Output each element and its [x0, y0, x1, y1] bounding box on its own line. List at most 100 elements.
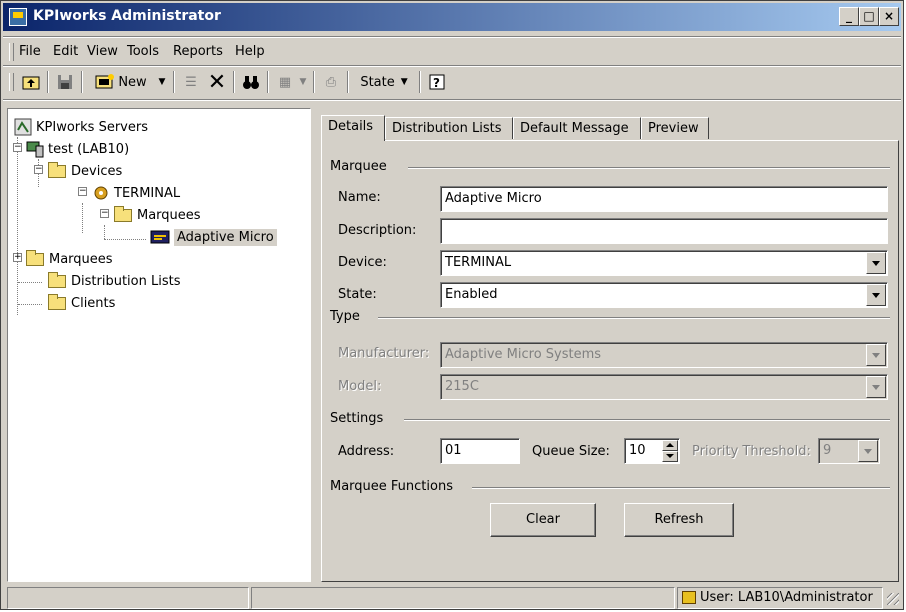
state-dropdown-arrow-icon: ▼: [400, 77, 408, 87]
state-field-label: State:: [338, 287, 377, 302]
group-functions-label: Marquee Functions: [330, 479, 453, 494]
tree-devices-label: Devices: [71, 163, 123, 179]
tree-marquees-sub[interactable]: Marquees: [114, 205, 201, 225]
collapse-marquees-sub-icon[interactable]: −: [100, 209, 109, 218]
collapse-devices-icon[interactable]: −: [34, 165, 43, 174]
delete-icon: ✕: [207, 69, 227, 95]
tree-adaptive-micro[interactable]: Adaptive Micro: [150, 227, 277, 247]
group-type-label: Type: [330, 309, 360, 324]
tree-root[interactable]: KPIworks Servers: [14, 117, 148, 137]
model-select[interactable]: 215C: [440, 374, 888, 400]
queue-size-stepper[interactable]: 10: [624, 438, 680, 464]
collapse-server-icon[interactable]: −: [13, 143, 22, 152]
properties-button[interactable]: ☰: [179, 71, 203, 93]
status-user-label: User: LAB10\Administrator: [700, 590, 873, 605]
manufacturer-select[interactable]: Adaptive Micro Systems: [440, 342, 888, 368]
menu-grip[interactable]: [9, 43, 14, 61]
details-tab-page: Marquee Name: Adaptive Micro Description…: [321, 140, 899, 582]
tree-devices[interactable]: Devices: [48, 161, 122, 181]
refresh-button[interactable]: Refresh: [624, 503, 734, 537]
toolbar-sep-1: [47, 71, 49, 93]
menu-reports[interactable]: Reports: [173, 44, 223, 59]
help-button[interactable]: ?: [425, 71, 449, 93]
marquee-sign-icon: [150, 230, 170, 244]
menu-help[interactable]: Help: [235, 44, 265, 59]
group-functions: Marquee Functions: [330, 479, 890, 495]
title-bar: KPIworks Administrator _ □ ×: [3, 3, 901, 31]
tree-line: [18, 282, 42, 283]
status-user-pane: User: LAB10\Administrator: [677, 587, 883, 609]
state-dropdown-icon[interactable]: [866, 284, 886, 306]
tree-marquees[interactable]: Marquees: [26, 249, 113, 269]
name-field[interactable]: Adaptive Micro: [440, 186, 888, 212]
table-icon: ▦: [278, 74, 292, 90]
manufacturer-dropdown-icon[interactable]: [866, 344, 886, 366]
address-field[interactable]: 01: [440, 438, 520, 464]
group-line: [404, 419, 890, 421]
tree-terminal[interactable]: TERMINAL: [92, 183, 180, 203]
queue-size-label: Queue Size:: [532, 444, 610, 459]
view-button[interactable]: ▦: [273, 71, 297, 93]
tree-distribution-lists[interactable]: Distribution Lists: [48, 271, 180, 291]
description-field[interactable]: [440, 218, 888, 244]
device-dropdown-icon[interactable]: [866, 252, 886, 274]
menu-file[interactable]: File: [19, 44, 41, 59]
tab-default-message[interactable]: Default Message: [513, 117, 641, 139]
binoculars-icon: [243, 76, 259, 89]
menu-edit[interactable]: Edit: [53, 44, 78, 59]
model-dropdown-icon[interactable]: [866, 376, 886, 398]
queue-spin: [662, 440, 678, 462]
folder-icon: [114, 205, 132, 222]
state-select[interactable]: Enabled: [440, 282, 888, 308]
tab-distribution-lists[interactable]: Distribution Lists: [385, 117, 513, 139]
up-folder-button[interactable]: [19, 71, 43, 93]
find-button[interactable]: [239, 71, 263, 93]
resize-grip-icon[interactable]: [887, 593, 899, 605]
menu-tools[interactable]: Tools: [127, 44, 159, 59]
tree-root-label: KPIworks Servers: [36, 119, 148, 135]
tree-clients[interactable]: Clients: [48, 293, 115, 313]
up-folder-icon: [22, 76, 40, 90]
priority-threshold-label: Priority Threshold:: [692, 444, 811, 459]
main-window: KPIworks Administrator _ □ × File Edit V…: [0, 0, 904, 610]
manufacturer-value: Adaptive Micro Systems: [445, 347, 602, 362]
view-dropdown-arrow-icon[interactable]: ▼: [297, 71, 309, 93]
clear-button[interactable]: Clear: [490, 503, 596, 537]
tab-preview[interactable]: Preview: [641, 117, 709, 139]
new-dropdown-arrow-icon[interactable]: ▼: [155, 71, 169, 93]
menu-separator: [3, 36, 901, 38]
toolbar-sep-3: [173, 71, 175, 93]
spin-down-icon[interactable]: [662, 451, 678, 462]
delete-button[interactable]: ✕: [205, 69, 229, 95]
minimize-button[interactable]: _: [839, 7, 859, 26]
device-select[interactable]: TERMINAL: [440, 250, 888, 276]
tab-details[interactable]: Details: [321, 115, 385, 141]
group-marquee: Marquee: [330, 159, 890, 175]
server-computer-icon: [26, 141, 44, 158]
model-value: 215C: [445, 379, 479, 394]
priority-dropdown-icon[interactable]: [858, 440, 878, 462]
name-label: Name:: [338, 190, 381, 205]
tree-clients-label: Clients: [71, 295, 116, 311]
close-button[interactable]: ×: [879, 7, 899, 26]
window-title: KPIworks Administrator: [33, 8, 221, 24]
state-button[interactable]: State ▼: [353, 71, 415, 93]
collapse-terminal-icon[interactable]: −: [78, 187, 87, 196]
tree-server[interactable]: test (LAB10): [26, 139, 129, 159]
menu-view[interactable]: View: [87, 44, 118, 59]
spin-up-icon[interactable]: [662, 440, 678, 451]
priority-threshold-select[interactable]: 9: [818, 438, 880, 464]
expand-marquees-icon[interactable]: +: [13, 253, 22, 262]
manufacturer-label: Manufacturer:: [338, 346, 430, 361]
new-button[interactable]: New: [87, 71, 155, 93]
state-value: Enabled: [445, 287, 498, 302]
app-icon: [9, 8, 27, 26]
description-label: Description:: [338, 223, 417, 238]
toolbar-grip[interactable]: [9, 73, 14, 91]
folder-icon: [48, 161, 66, 178]
tree-server-label: test (LAB10): [48, 141, 130, 157]
folder-icon: [48, 293, 66, 310]
save-button[interactable]: [53, 71, 77, 93]
maximize-button[interactable]: □: [859, 7, 879, 26]
print-button[interactable]: ⎙: [319, 71, 343, 93]
